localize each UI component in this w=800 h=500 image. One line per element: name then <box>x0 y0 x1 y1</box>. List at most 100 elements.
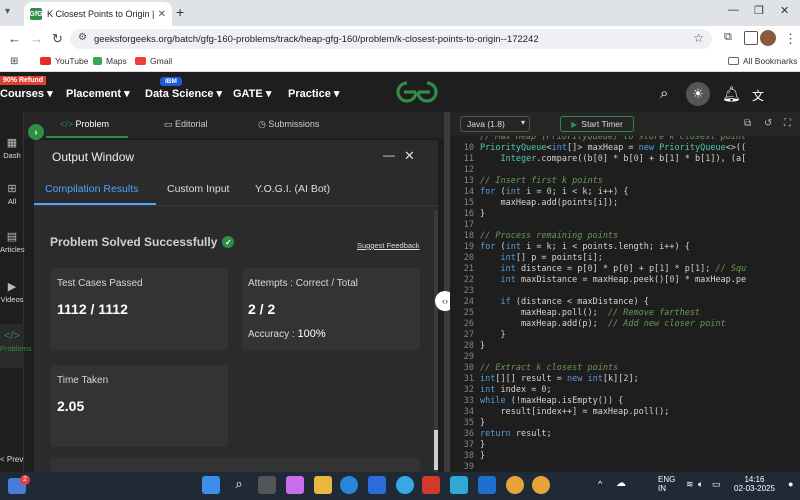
tab-problem[interactable]: </> Problem <box>60 119 109 129</box>
wifi-icon[interactable]: ≋ <box>686 479 694 490</box>
chrome-menu-icon[interactable]: ⋮ <box>784 31 797 47</box>
article-icon: ▤ <box>6 231 18 243</box>
close-window-icon[interactable]: ✕ <box>780 4 789 17</box>
rail-problems[interactable]: </> Problems <box>0 324 32 368</box>
edge-icon[interactable] <box>340 476 358 494</box>
tab-compilation-results[interactable]: Compilation Results <box>45 183 138 195</box>
prev-button[interactable]: < Prev <box>0 455 23 464</box>
code-text: } <box>480 341 486 351</box>
bookmark-star-icon[interactable]: ☆ <box>693 31 704 45</box>
bookmark-maps[interactable]: Maps <box>93 56 127 66</box>
translate-icon[interactable]: 文 <box>752 87 764 104</box>
rail-articles[interactable]: ▤ Articles <box>0 230 25 254</box>
scrollbar-thumb[interactable] <box>434 430 438 470</box>
copy-icon[interactable]: ⧉ <box>744 118 751 129</box>
tab-submissions[interactable]: ◷ Submissions <box>258 119 319 130</box>
file-explorer-icon[interactable] <box>314 476 332 494</box>
fullscreen-icon[interactable]: ⛶ <box>784 118 791 129</box>
code-line: 16} <box>450 209 800 220</box>
store-icon[interactable] <box>368 476 386 494</box>
tab-custom-input[interactable]: Custom Input <box>167 183 229 195</box>
nav-data-science[interactable]: Data Science ▾ <box>145 87 222 100</box>
site-info-icon[interactable]: ⚙ <box>78 32 87 43</box>
volume-icon[interactable]: 🔈︎ <box>698 479 703 490</box>
new-tab-icon[interactable]: + <box>176 4 184 20</box>
nav-gate[interactable]: GATE ▾ <box>233 87 271 100</box>
app-icon[interactable] <box>450 476 468 494</box>
suggest-feedback-link[interactable]: Suggest Feedback <box>357 241 420 250</box>
close-tab-icon[interactable]: ✕ <box>158 9 166 20</box>
close-icon[interactable]: ✕ <box>404 148 415 164</box>
clock[interactable]: 14:16 02-03-2025 <box>734 475 775 493</box>
address-bar[interactable]: ⚙ geeksforgeeks.org/batch/gfg-160-proble… <box>70 29 712 49</box>
extensions-icon[interactable]: ⧉ <box>724 31 732 44</box>
tab-yogi-ai-bot[interactable]: Y.O.G.I. (AI Bot) <box>255 183 330 195</box>
bookmark-youtube[interactable]: YouTube <box>40 56 88 66</box>
output-window-title: Output Window <box>52 150 135 164</box>
notification-badge: 2 <box>20 475 30 485</box>
chrome-icon[interactable] <box>532 476 550 494</box>
apps-grid-icon[interactable]: ⊞ <box>10 56 18 67</box>
all-bookmarks[interactable]: All Bookmarks <box>728 56 797 66</box>
bookmark-gmail[interactable]: Gmail <box>135 56 172 66</box>
code-editor[interactable]: // Max Heap (PriorityQueue) to store k c… <box>450 136 800 472</box>
reset-icon[interactable]: ↺ <box>764 118 772 129</box>
nav-placement[interactable]: Placement ▾ <box>66 87 130 100</box>
code-line: 19 for (int i = k; i < points.length; i++… <box>450 242 800 253</box>
code-line: 34 result[index++] = maxHeap.poll(); <box>450 407 800 418</box>
code-line: 17 <box>450 220 800 231</box>
notifications-icon[interactable]: ● <box>788 479 793 489</box>
rail-all[interactable]: ⊞ All <box>0 182 24 206</box>
mcafee-icon[interactable] <box>422 476 440 494</box>
line-number: 28 <box>463 341 474 351</box>
sidebar-icon[interactable] <box>744 31 758 45</box>
notification-bell-icon[interactable]: 🔔︎ <box>722 85 741 103</box>
start-icon[interactable] <box>202 476 220 494</box>
copilot-icon[interactable] <box>286 476 304 494</box>
browser-tab[interactable]: GfG K Closest Points to Origin | Prac ✕ <box>24 2 172 26</box>
maximize-window-icon[interactable]: ❐ <box>754 4 764 17</box>
line-number: 39 <box>463 462 474 472</box>
code-text: } <box>480 330 506 340</box>
code-text: int maxDistance = maxHeap.peek()[0] * ma… <box>500 275 747 285</box>
mail-icon[interactable] <box>478 476 496 494</box>
rail-dash[interactable]: ▦ Dash <box>0 136 24 160</box>
check-circle-icon: ✓ <box>222 236 235 248</box>
code-text: // Process remaining points <box>480 231 619 241</box>
minimize-window-icon[interactable]: — <box>728 4 739 16</box>
back-icon[interactable]: ← <box>8 31 21 46</box>
line-number: 18 <box>463 231 474 241</box>
code-line: 21 int distance = p[0] * p[0] + p[1] * p… <box>450 264 800 275</box>
battery-icon[interactable]: ▭ <box>712 479 721 490</box>
minimize-icon[interactable]: — <box>383 148 395 162</box>
nav-practice[interactable]: Practice ▾ <box>288 87 339 100</box>
tab-search-icon[interactable]: ▾ <box>5 6 19 20</box>
gfg-logo-icon[interactable] <box>394 80 440 104</box>
avatar[interactable] <box>760 30 776 46</box>
language-indicator[interactable]: ENG IN <box>658 475 675 493</box>
attempts-label: Attempts : Correct / Total <box>248 278 358 289</box>
onedrive-icon[interactable]: ☁ <box>616 478 626 489</box>
reload-icon[interactable]: ↻ <box>52 31 63 47</box>
theme-toggle-icon[interactable]: ☀ <box>686 82 710 106</box>
chrome-icon[interactable] <box>506 476 524 494</box>
code-line: 10 PriorityQueue<int[]> maxHeap = new Pri… <box>450 143 800 154</box>
line-number: 17 <box>463 220 474 230</box>
start-timer-button[interactable]: ▶ Start Timer <box>560 116 634 132</box>
line-number: 37 <box>463 440 474 450</box>
app-icon[interactable] <box>396 476 414 494</box>
forward-icon[interactable]: → <box>30 31 43 46</box>
expand-chevron-icon[interactable]: › <box>28 124 44 140</box>
code-line: 20 int[] p = points[i]; <box>450 253 800 264</box>
code-text: int index = 0; <box>480 385 552 395</box>
active-tab-indicator <box>46 136 128 138</box>
rail-videos[interactable]: ▶ Videos <box>0 280 24 304</box>
task-view-icon[interactable] <box>258 476 276 494</box>
search-icon[interactable]: ⌕ <box>230 476 248 494</box>
nav-courses[interactable]: Courses ▾ <box>0 87 53 100</box>
language-select[interactable]: Java (1.8) ▾ <box>460 116 530 132</box>
search-icon[interactable]: ⌕ <box>660 85 668 102</box>
tab-editorial[interactable]: ▭ Editorial <box>164 119 208 130</box>
code-line: 24 if (distance < maxDistance) { <box>450 297 800 308</box>
chevron-up-icon[interactable]: ^ <box>598 479 602 489</box>
